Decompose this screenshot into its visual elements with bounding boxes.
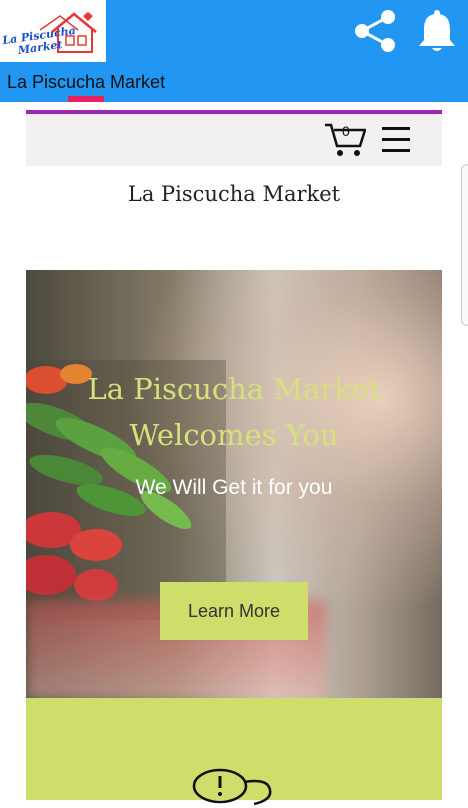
cart-button[interactable]: 0	[324, 122, 367, 158]
site-title: La Piscucha Market	[127, 182, 341, 206]
web-content: 0 La Piscucha Market La Piscucha Market	[0, 102, 468, 806]
app-logo[interactable]: La Piscucha Market	[0, 0, 106, 62]
hero-heading: La Piscucha Market Welcomes You	[87, 372, 381, 452]
hero-subheading: We Will Get it for you	[135, 476, 333, 499]
cart-count: 0	[342, 123, 350, 139]
bell-icon[interactable]	[416, 8, 458, 54]
info-section	[26, 698, 442, 806]
app-title: La Piscucha Market	[7, 72, 166, 92]
hamburger-menu-icon[interactable]	[382, 127, 410, 153]
site-header: 0	[26, 114, 442, 166]
hero-banner: La Piscucha Market Welcomes You We Will …	[26, 270, 442, 698]
app-bar: La Piscucha Market La Piscucha Market	[0, 0, 468, 102]
scrollbar-handle[interactable]	[461, 164, 468, 326]
chat-alert-icon	[192, 768, 272, 806]
learn-more-button[interactable]: Learn More	[160, 582, 308, 640]
share-icon[interactable]	[352, 8, 398, 54]
